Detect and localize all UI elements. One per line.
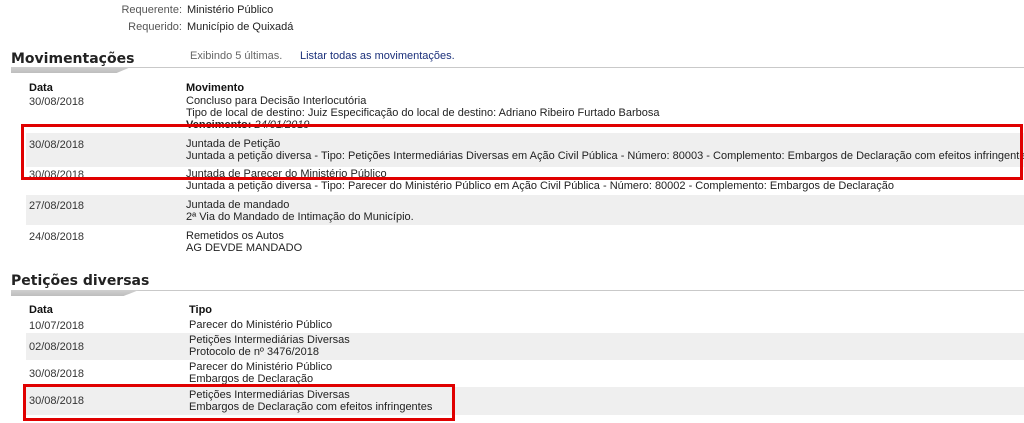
col-header-movement: Movimento [186, 82, 245, 94]
row-date: 27/08/2018 [29, 200, 85, 212]
highlight-box-movement [21, 124, 1023, 180]
row-type-line2: Protocolo de nº 3476/2018 [189, 346, 320, 358]
requerido-label: Requerido: [128, 21, 182, 33]
showing-count-text: Exibindo 5 últimas. [190, 50, 283, 62]
peticoes-tab [11, 290, 139, 296]
peticoes-rule [11, 290, 1024, 291]
row-movement-title: Remetidos os Autos [186, 230, 284, 242]
row-type-line1: Parecer do Ministério Público [189, 319, 333, 331]
row-date: 24/08/2018 [29, 231, 85, 243]
row-date: 30/08/2018 [29, 368, 85, 380]
table-row: 02/08/2018 Petições Intermediárias Diver… [26, 333, 1024, 360]
table-row: 24/08/2018 Remetidos os Autos AG DEVDE M… [26, 227, 1024, 257]
row-movement-detail: 2ª Via do Mandado de Intimação do Municí… [186, 211, 414, 223]
row-type-line1: Petições Intermediárias Diversas [189, 334, 350, 346]
row-movement-detail: Tipo de local de destino: Juiz Especific… [186, 107, 660, 119]
row-date: 02/08/2018 [29, 341, 85, 353]
row-type-line1: Parecer do Ministério Público [189, 361, 333, 373]
requerente-label: Requerente: [121, 4, 182, 16]
movimentacoes-rule [11, 67, 1024, 68]
table-row: 30/08/2018 Parecer do Ministério Público… [26, 360, 1024, 386]
col-header-date: Data [29, 82, 53, 94]
col-header-date: Data [29, 304, 53, 316]
highlight-box-petition [23, 384, 455, 421]
row-date: 10/07/2018 [29, 320, 85, 332]
table-row: 10/07/2018 Parecer do Ministério Público [26, 318, 1024, 333]
movimentacoes-tab [11, 67, 131, 73]
list-all-movements-link[interactable]: Listar todas as movimentações. [300, 50, 455, 62]
row-movement-detail: AG DEVDE MANDADO [186, 242, 303, 254]
requerido-value: Município de Quixadá [187, 21, 294, 33]
movimentacoes-title: Movimentações [11, 51, 135, 67]
row-date: 30/08/2018 [29, 96, 85, 108]
col-header-type: Tipo [189, 304, 213, 316]
requerente-value: Ministério Público [187, 4, 274, 16]
peticoes-title: Petições diversas [11, 273, 150, 289]
row-movement-title: Concluso para Decisão Interlocutória [186, 95, 367, 107]
row-movement-detail: Juntada a petição diversa - Tipo: Parece… [186, 180, 895, 192]
row-movement-title: Juntada de mandado [186, 199, 290, 211]
table-row: 27/08/2018 Juntada de mandado 2ª Via do … [26, 195, 1024, 225]
